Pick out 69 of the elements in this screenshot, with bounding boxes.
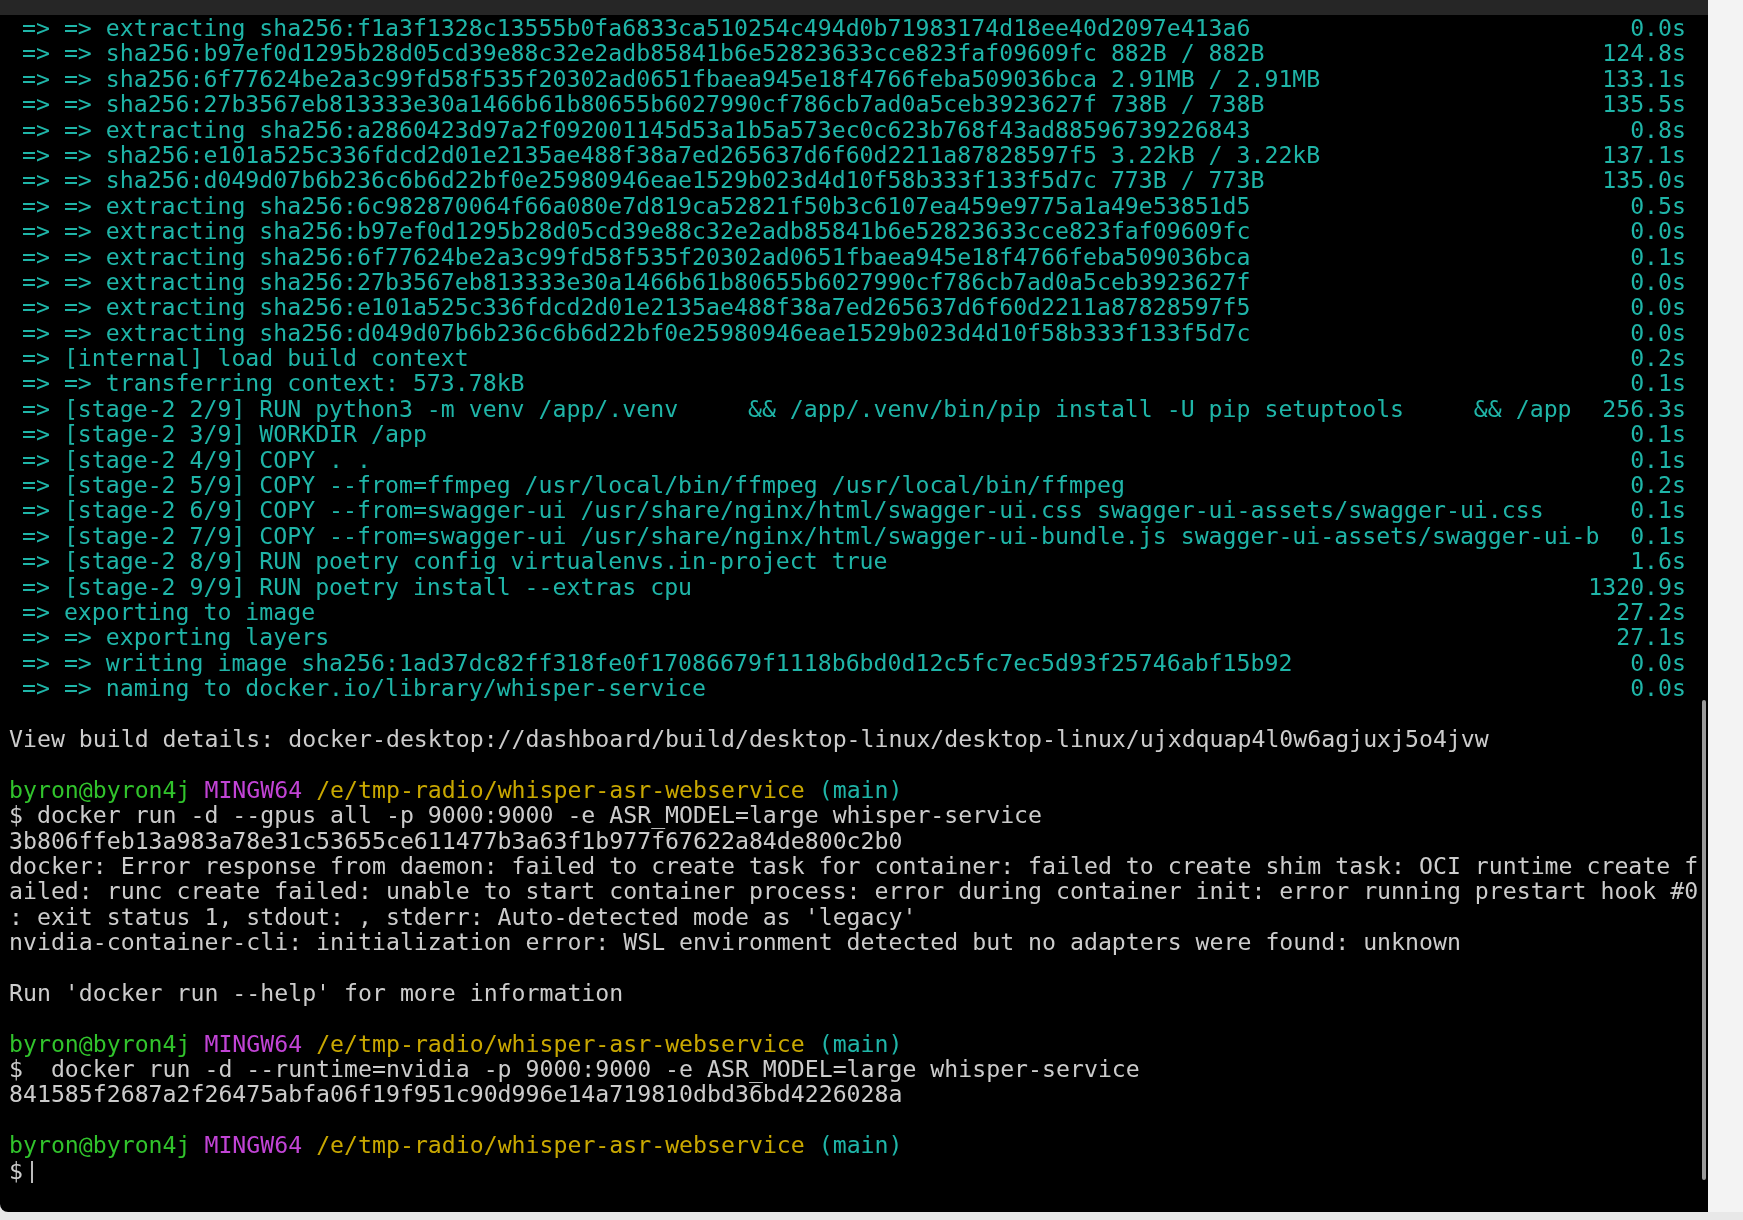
prompt-user: byron@byron4j bbox=[9, 775, 191, 803]
prompt-branch: (main) bbox=[818, 1131, 903, 1159]
duration-text: 0.2s bbox=[1630, 345, 1686, 371]
build-log-line: => [stage-2 6/9] COPY --from=swagger-ui /usr/share/nginx/html/swagger-ui.css swagger-ui-assets/swagger-ui.css bbox=[22, 497, 1544, 523]
duration-text: 27.1s bbox=[1616, 624, 1686, 650]
prompt-system: MINGW64 bbox=[204, 1131, 303, 1159]
output-line: docker: Error response from daemon: failed to create task for container: failed to create shim task: OCI runtime create f bbox=[9, 851, 1699, 879]
build-log-line: => exporting to image bbox=[22, 599, 316, 625]
build-log-line: => => extracting sha256:a2860423d97a2f092001145d53a1b5a573ec0c623b768f43ad88596739226843 bbox=[22, 116, 1251, 142]
prompt-system: MINGW64 bbox=[204, 1029, 303, 1057]
duration-text: 1320.9s bbox=[1588, 573, 1686, 599]
duration-text: 135.5s bbox=[1602, 91, 1686, 117]
duration-text: 256.3s bbox=[1602, 395, 1686, 422]
duration-text: 0.1s bbox=[1630, 446, 1686, 473]
duration-text: 0.0s bbox=[1630, 319, 1686, 346]
build-log-line: => [stage-2 2/9] RUN python3 -m venv /app/.venv && /app/.venv/bin/pip install -U pip setuptools && /app bbox=[22, 395, 1572, 422]
duration-text: 0.0s bbox=[1630, 675, 1686, 701]
prompt-path: /e/tmp-radio/whisper-asr-webservice bbox=[316, 1131, 805, 1159]
duration-text: 0.5s bbox=[1630, 192, 1686, 219]
duration-text: 1.6s bbox=[1630, 548, 1686, 574]
duration-text: 0.1s bbox=[1630, 497, 1686, 523]
duration-text: 0.0s bbox=[1630, 649, 1686, 676]
duration-text: 0.0s bbox=[1630, 294, 1686, 320]
build-log-line: => => extracting sha256:6f77624be2a3c99fd58f535f20302ad0651fbaea945e18f4766feba509036bca bbox=[22, 243, 1251, 269]
output-line: Run 'docker run --help' for more information bbox=[9, 978, 624, 1006]
prompt-branch: (main) bbox=[818, 775, 903, 803]
duration-text: 0.0s bbox=[1630, 218, 1686, 244]
prompt-path: /e/tmp-radio/whisper-asr-webservice bbox=[316, 775, 805, 803]
duration-text: 0.1s bbox=[1630, 522, 1686, 549]
build-log-line: => [internal] load build context bbox=[22, 345, 469, 371]
scrollbar-thumb[interactable] bbox=[1702, 700, 1706, 1180]
prompt-user: byron@byron4j bbox=[9, 1029, 191, 1057]
build-log-line: => => sha256:6f77624be2a3c99fd58f535f20302ad0651fbaea945e18f4766feba509036bca 2.91MB / 2.91MB bbox=[22, 65, 1321, 92]
build-log-line: => [stage-2 9/9] RUN poetry install --extras cpu bbox=[22, 573, 693, 599]
build-log-line: => [stage-2 8/9] RUN poetry config virtualenvs.in-project true bbox=[22, 548, 888, 574]
duration-text: 135.0s bbox=[1602, 167, 1686, 193]
duration-text: 0.1s bbox=[1630, 421, 1686, 447]
build-details-line: View build details: docker-desktop://dashboard/build/desktop-linux/desktop-linux/ujxdquap4l0w6agjuxj5o4jvw bbox=[9, 724, 1489, 752]
build-log-line: => => extracting sha256:d049d07b6b236c6b6d22bf0e25980946eae1529b023d4d10f58b333f133f5d7c bbox=[22, 319, 1251, 346]
build-log-line: => => sha256:27b3567eb813333e30a1466b61b80655b6027990cf786cb7ad0a5ceb3923627f 738B / 738B bbox=[22, 91, 1265, 117]
build-log-line: => => extracting sha256:e101a525c336fdcd2d01e2135ae488f38a7ed265637d6f60d2211a87828597f5 bbox=[22, 294, 1251, 320]
duration-text: 0.0s bbox=[1630, 15, 1686, 41]
duration-text: 137.1s bbox=[1602, 141, 1686, 168]
build-log-line: => => sha256:d049d07b6b236c6b6d22bf0e25980946eae1529b023d4d10f58b333f133f5d7c 773B / 773B bbox=[22, 167, 1265, 193]
prompt-path: /e/tmp-radio/whisper-asr-webservice bbox=[316, 1029, 805, 1057]
build-log-line: => [stage-2 4/9] COPY . . bbox=[22, 446, 371, 473]
build-log-line: => [stage-2 3/9] WORKDIR /app bbox=[22, 421, 427, 447]
build-log-line: => => extracting sha256:b97ef0d1295b28d05cd39e88c32e2adb85841b6e52823633cce823faf09609fc bbox=[22, 218, 1251, 244]
duration-text: 124.8s bbox=[1602, 40, 1686, 66]
build-log-line: => => extracting sha256:f1a3f1328c13555b0fa6833ca510254c494d0b71983174d18ee40d2097e413a6 bbox=[22, 15, 1251, 41]
build-log-line: => => extracting sha256:6c982870064f66a080e7d819ca52821f50b3c6107ea459e9775a1a49e53851d5 bbox=[22, 192, 1251, 219]
duration-text: 27.2s bbox=[1616, 599, 1686, 625]
duration-text: 133.1s bbox=[1602, 65, 1686, 92]
build-log-line: => => transferring context: 573.78kB bbox=[22, 370, 525, 396]
command-line: $ bbox=[9, 1156, 23, 1184]
duration-text: 0.2s bbox=[1630, 472, 1686, 498]
build-log-line: => => writing image sha256:1ad37dc82ff318fe0f17086679f1118b6bd0d12c5fc7ec5d93f25746abf15b92 bbox=[22, 649, 1293, 676]
duration-text: 0.1s bbox=[1630, 370, 1686, 396]
build-log-line: => [stage-2 7/9] COPY --from=swagger-ui /usr/share/nginx/html/swagger-ui-bundle.js swagger-ui-assets/swagger-ui-b bbox=[22, 522, 1600, 549]
build-log-line: => => naming to docker.io/library/whisper-service bbox=[22, 675, 707, 701]
prompt-branch: (main) bbox=[818, 1029, 903, 1057]
prompt-user: byron@byron4j bbox=[9, 1131, 191, 1159]
duration-text: 0.1s bbox=[1630, 243, 1686, 269]
build-log-line: => => sha256:b97ef0d1295b28d05cd39e88c32e2adb85841b6e52823633cce823faf09609fc 882B / 882B bbox=[22, 40, 1265, 66]
prompt-system: MINGW64 bbox=[204, 775, 303, 803]
duration-text: 0.8s bbox=[1630, 116, 1686, 142]
build-log-line: => [stage-2 5/9] COPY --from=ffmpeg /usr/local/bin/ffmpeg /usr/local/bin/ffmpeg bbox=[22, 472, 1125, 498]
build-log-line: => => exporting layers bbox=[22, 624, 330, 650]
duration-text: 0.0s bbox=[1630, 268, 1686, 295]
